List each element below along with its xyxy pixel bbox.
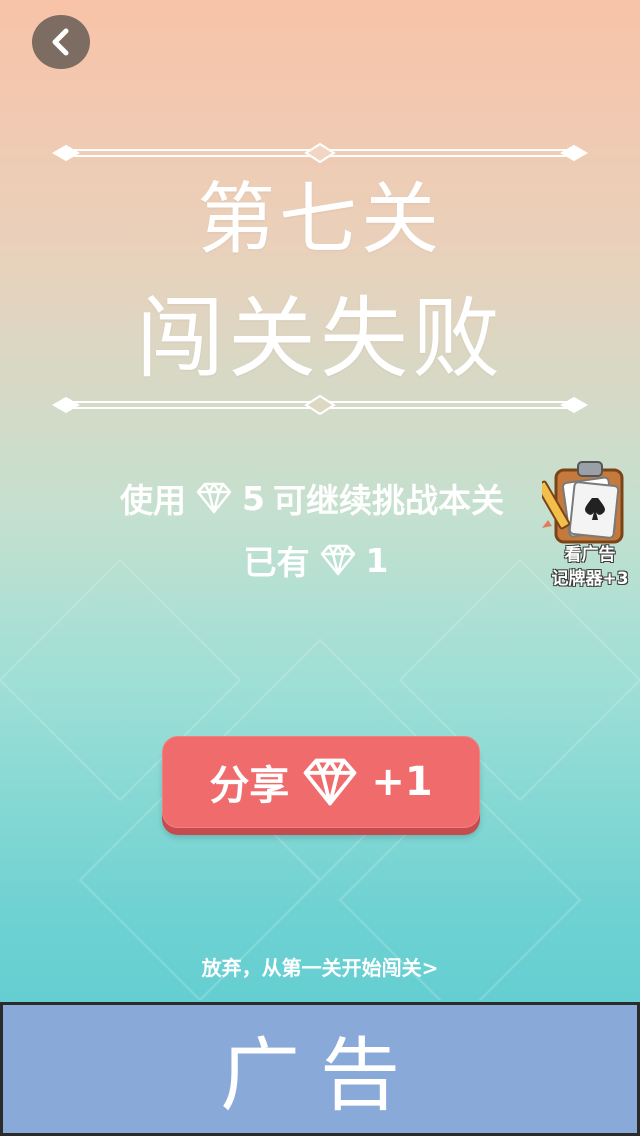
decorative-divider-bottom	[52, 394, 588, 416]
ad-banner-label: 广告	[220, 1029, 420, 1122]
share-button[interactable]: 分享 +1	[162, 736, 480, 828]
owned-gems-text: 已有 1	[0, 536, 636, 584]
diamond-icon	[303, 758, 357, 806]
watch-ad-reward-button[interactable]: 看广告 记牌器+3	[542, 460, 638, 592]
card-counter-reward-label: 记牌器+3	[551, 569, 629, 589]
level-title: 第七关	[196, 175, 443, 265]
use-prefix: 使用	[120, 481, 187, 520]
diamond-icon	[320, 544, 355, 576]
back-button[interactable]	[32, 15, 90, 69]
fail-title: 闯关失败	[135, 287, 504, 390]
share-reward-count: +1	[371, 759, 433, 805]
card-clipboard-icon	[542, 461, 624, 544]
give-up-restart-link[interactable]: 放弃，从第一关开始闯关>	[0, 952, 640, 981]
decorative-divider-top	[52, 142, 588, 164]
ad-banner[interactable]: 广告	[0, 1002, 640, 1136]
diamond-icon	[196, 482, 232, 514]
continue-cost-value: 5	[242, 478, 265, 518]
share-button-label: 分享	[209, 763, 290, 809]
watch-ad-label: 看广告	[564, 545, 616, 565]
owned-prefix: 已有	[243, 543, 310, 582]
owned-gems-value: 1	[365, 540, 389, 580]
use-suffix: 可继续挑战本关	[272, 481, 504, 520]
chevron-left-icon	[52, 28, 69, 56]
continue-cost-text: 使用 5 可继续挑战本关	[0, 474, 632, 522]
